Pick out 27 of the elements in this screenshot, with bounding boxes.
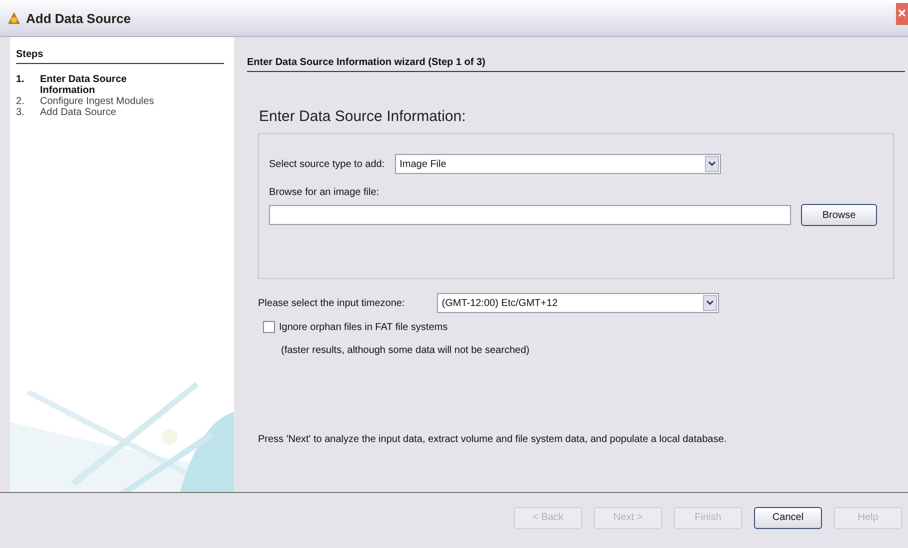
steps-heading: Steps [16, 49, 224, 64]
step-label: Add Data Source [40, 107, 116, 118]
orphan-note: (faster results, although some data will not be searched) [281, 345, 530, 356]
hint-text: Press 'Next' to analyze the input data, extract volume and file system data, and populate a local database. [258, 434, 727, 445]
step-label: Configure Ingest Modules [40, 96, 154, 107]
page-title: Enter Data Source Information: [259, 108, 467, 125]
close-icon [898, 8, 906, 16]
close-button[interactable] [896, 3, 908, 25]
timezone-dropdown[interactable]: (GMT-12:00) Etc/GMT+12 [436, 293, 719, 313]
source-type-label: Select source type to add: [269, 158, 385, 170]
step-label: Enter Data Source Information [40, 74, 128, 96]
chevron-down-icon [706, 300, 714, 306]
browse-button[interactable]: Browse [801, 204, 877, 226]
orphan-checkbox[interactable] [263, 321, 275, 333]
timezone-label: Please select the input timezone: [258, 298, 405, 308]
orphan-label: Ignore orphan files in FAT file systems [279, 322, 448, 332]
step-number: 2. [16, 96, 26, 107]
step-number: 3. [16, 107, 26, 118]
window-title: Add Data Source [26, 10, 131, 26]
wizard-heading: Enter Data Source Information wizard (Step 1 of 3) [247, 57, 905, 72]
image-path-field[interactable] [269, 205, 791, 225]
browse-label: Browse for an image file: [269, 187, 380, 198]
step-number: 1. [16, 74, 26, 87]
chevron-down-icon [708, 161, 716, 167]
app-icon [6, 10, 22, 26]
wizard-button[interactable]: Cancel [754, 506, 822, 528]
source-type-dropdown[interactable]: Image File [394, 154, 721, 174]
